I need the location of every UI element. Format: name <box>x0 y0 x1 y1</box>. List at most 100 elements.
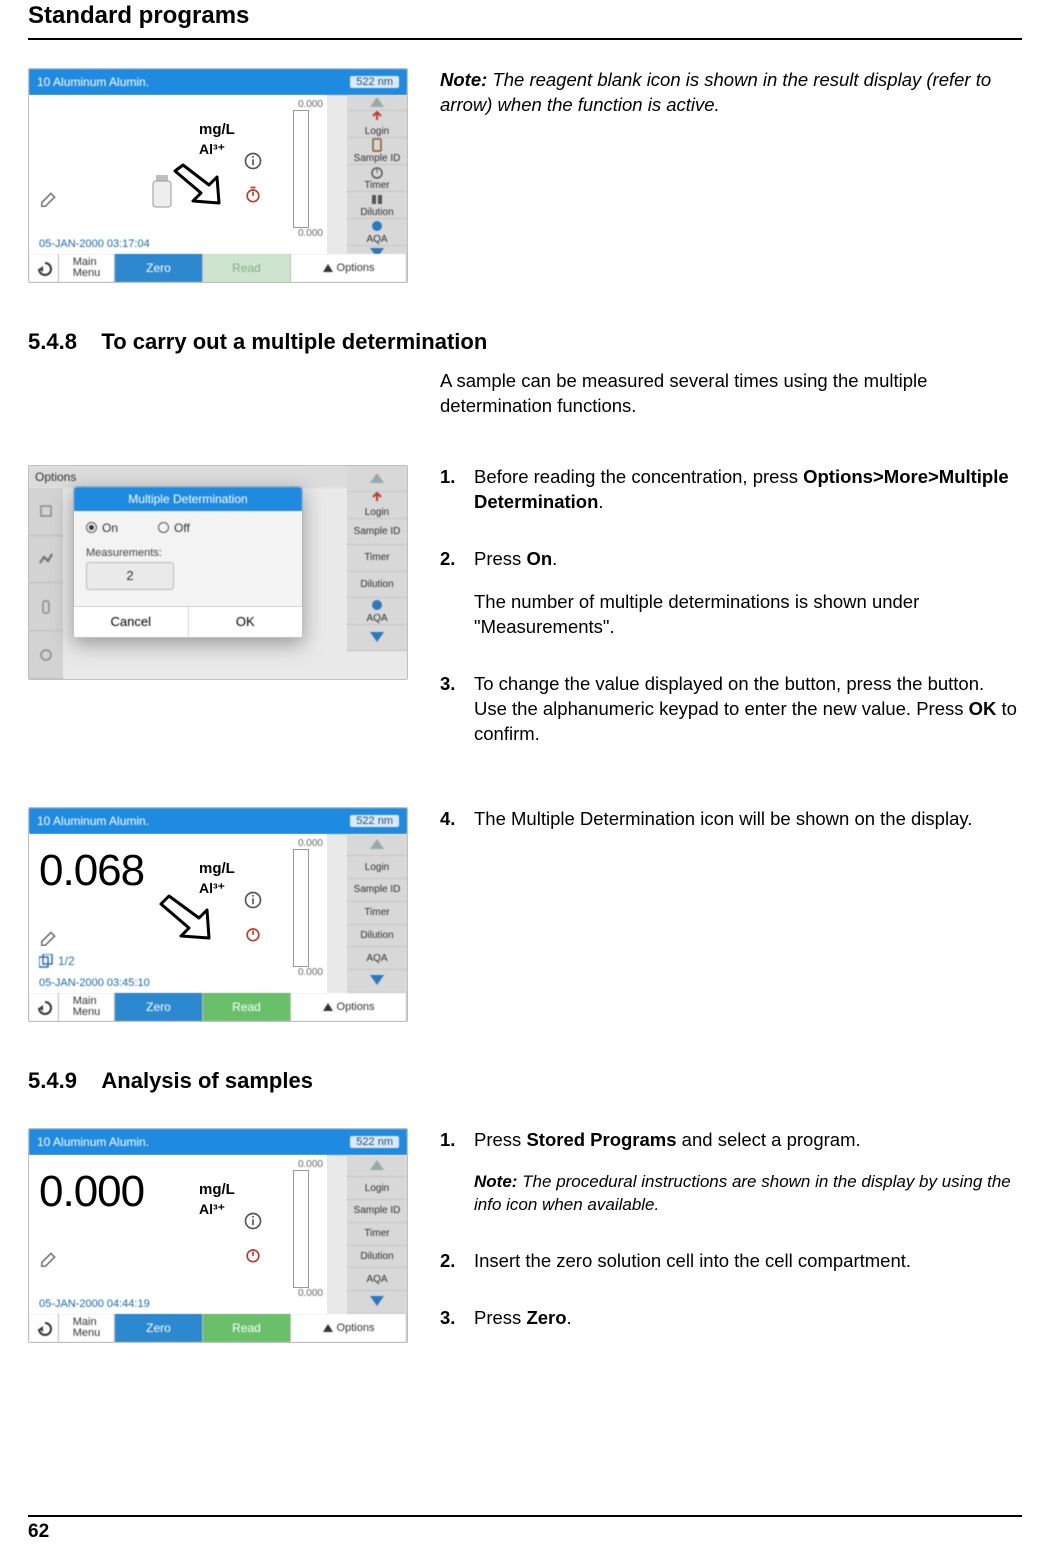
dilution-button[interactable]: Dilution <box>347 192 407 219</box>
timer-button[interactable]: Timer <box>347 165 407 192</box>
main-menu-button[interactable]: Main Menu <box>59 1314 115 1342</box>
wavelength-pill: 522 nm <box>350 815 399 827</box>
login-button[interactable]: Login <box>347 492 407 519</box>
timer-button[interactable]: Timer <box>347 902 407 925</box>
read-button[interactable]: Read <box>203 1314 291 1342</box>
step-549-3: 3. Press Zero. <box>440 1306 1022 1349</box>
info-icon <box>243 151 263 171</box>
measurements-value-button[interactable]: 2 <box>86 562 174 590</box>
rule-top <box>28 38 1022 40</box>
side-panel: Login Sample ID Timer Dilution AQA <box>347 95 407 254</box>
step-549-2: 2. Insert the zero solution cell into th… <box>440 1249 1022 1292</box>
element-label: Al³⁺ <box>199 1201 225 1218</box>
stopwatch-icon <box>243 1245 263 1265</box>
login-button[interactable]: Login <box>347 856 407 879</box>
options-button[interactable]: Options <box>291 1314 407 1342</box>
stopwatch-icon <box>243 185 263 205</box>
scale-bar <box>293 110 309 228</box>
sample-id-button[interactable]: Sample ID <box>347 1200 407 1223</box>
screenshot-result-blank-icon: 10 Aluminum Alumin. 522 nm mg/L Al³⁺ 0.0… <box>28 68 408 283</box>
scroll-up-icon[interactable] <box>347 466 407 492</box>
multiple-determination-badge: 1/2 <box>39 954 75 968</box>
scroll-down-icon[interactable] <box>347 970 407 993</box>
sample-id-button[interactable]: Sample ID <box>347 519 407 545</box>
read-button[interactable]: Read <box>203 254 291 282</box>
aqa-button[interactable]: AQA <box>347 219 407 246</box>
intro-548: A sample can be measured several times u… <box>440 369 1022 419</box>
timestamp: 05-JAN-2000 04:44:19 <box>39 1298 150 1310</box>
screenshot-analysis-of-samples: 10 Aluminum Alumin. 522 nm 0.000 mg/L Al… <box>28 1128 408 1343</box>
edit-icon <box>39 187 61 209</box>
program-title: 10 Aluminum Alumin. <box>37 814 149 828</box>
zero-button[interactable]: Zero <box>115 1314 203 1342</box>
reading-value: 0.000 <box>39 1167 144 1217</box>
back-button[interactable] <box>29 1314 59 1342</box>
scroll-down-icon[interactable] <box>347 625 407 651</box>
opt-strip-icon[interactable] <box>29 536 63 584</box>
timer-button[interactable]: Timer <box>347 1223 407 1246</box>
info-icon <box>243 890 263 910</box>
aqa-button[interactable]: AQA <box>347 598 407 625</box>
stopwatch-icon <box>243 924 263 944</box>
dilution-button[interactable]: Dilution <box>347 572 407 598</box>
scroll-up-icon[interactable] <box>347 95 407 111</box>
sample-id-button[interactable]: Sample ID <box>347 138 407 165</box>
read-button[interactable]: Read <box>203 993 291 1021</box>
step-548-3: 3. To change the value displayed on the … <box>440 672 1022 765</box>
scale-bar <box>293 1170 309 1288</box>
page-number: 62 <box>28 1521 1022 1543</box>
note-reagent-blank: Note: The reagent blank icon is shown in… <box>440 68 1022 118</box>
login-button[interactable]: Login <box>347 111 407 138</box>
element-label: Al³⁺ <box>199 880 225 897</box>
rule-bottom <box>28 1515 1022 1517</box>
info-icon <box>243 1211 263 1231</box>
aqa-button[interactable]: AQA <box>347 1268 407 1291</box>
aqa-button[interactable]: AQA <box>347 947 407 970</box>
reagent-blank-bottle-icon <box>147 173 177 211</box>
reading-value: 0.068 <box>39 846 144 896</box>
timer-button[interactable]: Timer <box>347 545 407 571</box>
opt-strip-icon[interactable] <box>29 583 63 631</box>
scale-top: 0.000 <box>277 838 325 849</box>
radio-off[interactable]: Off <box>158 521 190 535</box>
zero-button[interactable]: Zero <box>115 254 203 282</box>
sample-id-button[interactable]: Sample ID <box>347 879 407 902</box>
program-title: 10 Aluminum Alumin. <box>37 75 149 89</box>
scroll-up-icon[interactable] <box>347 834 407 857</box>
units-label: mg/L <box>199 860 235 877</box>
timestamp: 05-JAN-2000 03:45:10 <box>39 977 150 989</box>
wavelength-pill: 522 nm <box>350 76 399 88</box>
radio-on[interactable]: On <box>86 521 118 535</box>
scale-top: 0.000 <box>277 99 325 110</box>
edit-icon <box>39 926 61 948</box>
options-button[interactable]: Options <box>291 993 407 1021</box>
scale-top: 0.000 <box>277 1159 325 1170</box>
multiple-determination-icon <box>39 954 55 968</box>
scale-bottom: 0.000 <box>277 1288 325 1299</box>
screenshot-multiple-determination-icon: 10 Aluminum Alumin. 522 nm 0.068 mg/L Al… <box>28 807 408 1022</box>
modal-cancel-button[interactable]: Cancel <box>74 607 189 637</box>
main-menu-button[interactable]: Main Menu <box>59 254 115 282</box>
zero-button[interactable]: Zero <box>115 993 203 1021</box>
back-button[interactable] <box>29 993 59 1021</box>
main-menu-button[interactable]: Main Menu <box>59 993 115 1021</box>
modal-title: Multiple Determination <box>74 487 302 511</box>
modal-ok-button[interactable]: OK <box>189 607 303 637</box>
scale-bottom: 0.000 <box>277 967 325 978</box>
step-548-4: 4. The Multiple Determination icon will … <box>440 807 1022 850</box>
step-548-1: 1. Before reading the concentration, pre… <box>440 465 1022 533</box>
opt-strip-icon[interactable] <box>29 488 63 536</box>
options-button[interactable]: Options <box>291 254 407 282</box>
heading-549: 5.4.9 Analysis of samples <box>28 1068 1022 1094</box>
dilution-button[interactable]: Dilution <box>347 1246 407 1269</box>
scale-bar <box>293 849 309 967</box>
back-button[interactable] <box>29 254 59 282</box>
step-549-1: 1. Press Stored Programs and select a pr… <box>440 1128 1022 1235</box>
heading-548: 5.4.8 To carry out a multiple determinat… <box>28 329 1022 355</box>
scroll-down-icon[interactable] <box>347 1291 407 1314</box>
scroll-up-icon[interactable] <box>347 1155 407 1178</box>
dilution-button[interactable]: Dilution <box>347 925 407 948</box>
login-button[interactable]: Login <box>347 1177 407 1200</box>
step-548-2: 2. Press On. The number of multiple dete… <box>440 547 1022 658</box>
opt-strip-icon[interactable] <box>29 631 63 679</box>
